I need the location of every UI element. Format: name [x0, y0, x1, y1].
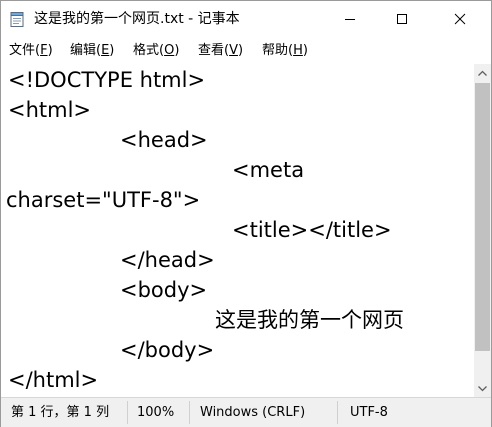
vertical-scrollbar[interactable]	[474, 64, 491, 397]
chevron-down-icon	[478, 385, 487, 391]
scroll-down-button[interactable]	[474, 380, 491, 397]
code-line: <!DOCTYPE html>	[8, 68, 206, 92]
menu-edit-end: )	[109, 43, 115, 58]
code-line: 这是我的第一个网页	[215, 308, 404, 332]
code-line: <title></title>	[232, 218, 392, 242]
status-divider	[189, 401, 190, 424]
line-ending: Windows (CRLF)	[200, 405, 306, 420]
window-title: 这是我的第一个网页.txt - 记事本	[34, 11, 240, 27]
menu-help-key: H	[293, 43, 303, 58]
menu-file[interactable]: 文件(F)	[9, 42, 53, 59]
code-line: <body>	[120, 278, 208, 302]
menu-format-key: O	[164, 43, 175, 58]
menu-help-end: )	[302, 43, 308, 58]
menu-file-label: 文件(	[9, 43, 41, 58]
menu-view[interactable]: 查看(V)	[198, 42, 243, 59]
encoding: UTF-8	[350, 405, 388, 420]
menu-view-label: 查看(	[198, 43, 230, 58]
code-line: charset="UTF-8">	[6, 188, 201, 212]
code-line: <meta	[232, 158, 305, 182]
code-line: <html>	[8, 98, 92, 122]
zoom-level: 100%	[137, 405, 175, 420]
menu-format-end: )	[174, 43, 180, 58]
status-divider	[127, 401, 128, 424]
maximize-icon	[397, 14, 407, 24]
code-line: </html>	[8, 368, 99, 392]
notepad-window: 这是我的第一个网页.txt - 记事本 文件(F) 编辑(E) 格式(O) 查看…	[0, 0, 492, 427]
menu-edit-label: 编辑(	[70, 43, 102, 58]
scrollbar-thumb[interactable]	[475, 83, 490, 351]
menu-format-label: 格式(	[133, 43, 165, 58]
title-bar[interactable]: 这是我的第一个网页.txt - 记事本	[1, 1, 491, 37]
menu-view-end: )	[237, 43, 244, 58]
text-editor[interactable]: <!DOCTYPE html> <html> <head> <meta char…	[1, 64, 474, 397]
menu-file-end: )	[47, 43, 53, 58]
notepad-icon	[10, 12, 24, 27]
cursor-position: 第 1 行，第 1 列	[11, 405, 110, 420]
menu-view-key: V	[229, 43, 238, 58]
menu-format[interactable]: 格式(O)	[133, 42, 179, 59]
menu-edit[interactable]: 编辑(E)	[70, 42, 114, 59]
menu-help-label: 帮助(	[262, 43, 294, 58]
minimize-button[interactable]	[327, 1, 373, 37]
menu-help[interactable]: 帮助(H)	[262, 42, 308, 59]
close-icon	[454, 13, 466, 25]
code-line: </head>	[120, 248, 215, 272]
scroll-up-button[interactable]	[474, 64, 491, 81]
menu-file-key: F	[40, 43, 48, 58]
status-bar: 第 1 行，第 1 列 100% Windows (CRLF) UTF-8	[1, 397, 491, 427]
chevron-up-icon	[478, 70, 487, 76]
code-line: </body>	[120, 338, 215, 362]
code-line: <head>	[120, 128, 208, 152]
status-divider	[337, 401, 338, 424]
close-button[interactable]	[437, 1, 483, 37]
menu-bar: 文件(F) 编辑(E) 格式(O) 查看(V) 帮助(H)	[1, 37, 491, 63]
minimize-icon	[345, 19, 355, 20]
maximize-button[interactable]	[379, 1, 425, 37]
